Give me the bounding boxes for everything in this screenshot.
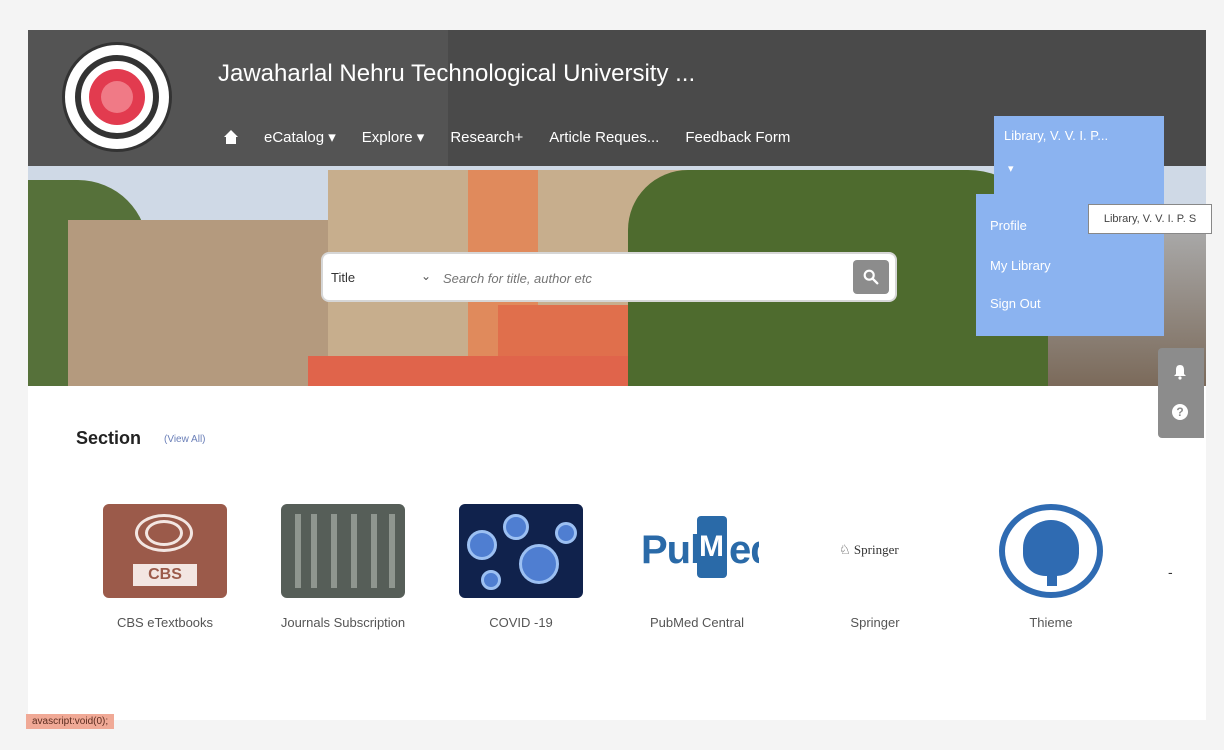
logo-rose-center: [101, 81, 133, 113]
section-heading: Section: [76, 428, 142, 448]
card-label: Springer: [850, 615, 900, 630]
journals-shelf: [311, 514, 317, 588]
journals-shelf: [331, 514, 337, 588]
search-input[interactable]: [441, 262, 845, 294]
virus-shape: [555, 522, 577, 544]
chevron-down-icon: ⌄: [420, 269, 431, 283]
nav-feedback-form[interactable]: Feedback Form: [685, 129, 790, 146]
university-logo[interactable]: [62, 42, 172, 152]
account-name: Library, V. V. I. P...: [1004, 128, 1109, 143]
cbs-logo-text: CBS: [133, 564, 197, 586]
card-covid[interactable]: COVID -19: [456, 504, 586, 634]
nav-explore[interactable]: Explore ▾: [362, 128, 425, 146]
account-dropdown[interactable]: Library, V. V. I. P... ▾: [994, 116, 1164, 196]
home-icon[interactable]: [224, 130, 238, 144]
menu-item-my-library[interactable]: My Library: [990, 258, 1051, 273]
pubmed-logo: Pub M ed: [635, 504, 759, 598]
cbs-logo-ring-inner: [145, 520, 183, 546]
bell-icon[interactable]: [1172, 364, 1188, 380]
search-icon: [863, 269, 879, 285]
pubmed-logo-ed: ed: [729, 528, 759, 572]
caret-down-icon: ▾: [1008, 163, 1014, 175]
menu-item-profile[interactable]: Profile: [990, 218, 1027, 233]
nav-ecatalog[interactable]: eCatalog ▾: [264, 128, 336, 146]
card-label: Thieme: [1029, 615, 1073, 630]
thieme-logo: [989, 504, 1113, 598]
main-nav: eCatalog ▾ Explore ▾ Research+ Article R…: [224, 128, 790, 146]
card-cbs[interactable]: CBS CBS eTextbooks: [100, 504, 230, 634]
springer-logo-text: ♘ Springer: [839, 542, 899, 557]
search-field-select[interactable]: Title ⌄: [331, 262, 437, 292]
thieme-logo-trunk: [1047, 560, 1057, 586]
nav-research[interactable]: Research+: [450, 129, 523, 146]
search-field-value: Title: [331, 269, 356, 285]
hero-banner: Jawaharlal Nehru Technological Universit…: [28, 30, 1206, 386]
nav-article-request[interactable]: Article Reques...: [549, 129, 659, 146]
page-frame: Jawaharlal Nehru Technological Universit…: [28, 30, 1212, 720]
card-label: Journals Subscription: [280, 615, 406, 630]
stray-mark: -: [1168, 564, 1173, 580]
virus-shape: [481, 570, 501, 590]
card-pubmed[interactable]: Pub M ed PubMed Central: [632, 504, 762, 634]
pubmed-logo-m: M: [699, 530, 724, 563]
resource-cards: CBS CBS eTextbooks Journals Subscription: [64, 474, 1164, 710]
site-title[interactable]: Jawaharlal Nehru Technological Universit…: [218, 60, 695, 88]
menu-item-sign-out[interactable]: Sign Out: [990, 296, 1041, 311]
search-bar: Title ⌄: [323, 254, 895, 300]
virus-shape: [467, 530, 497, 560]
view-all-link[interactable]: (View All): [164, 434, 206, 445]
springer-logo: ♘ Springer: [813, 504, 937, 598]
card-label: CBS eTextbooks: [116, 615, 214, 630]
card-label: COVID -19: [489, 615, 553, 630]
covid-image: [459, 504, 583, 598]
help-icon[interactable]: ?: [1172, 404, 1188, 420]
springer-logo-word: Springer: [853, 542, 899, 557]
virus-shape: [503, 514, 529, 540]
card-thieme[interactable]: Thieme: [986, 504, 1116, 634]
virus-shape: [519, 544, 559, 584]
journals-shelf: [389, 514, 395, 588]
card-label: PubMed Central: [650, 615, 744, 630]
side-toolbar: ?: [1158, 348, 1204, 438]
card-springer[interactable]: ♘ Springer Springer: [810, 504, 940, 634]
card-journals[interactable]: Journals Subscription: [278, 504, 408, 634]
cbs-logo: CBS: [103, 504, 227, 598]
search-button[interactable]: [853, 260, 889, 294]
journals-shelf: [295, 514, 301, 588]
journals-shelf: [371, 514, 377, 588]
hero-roof: [308, 356, 638, 386]
status-bar-url: avascript:void(0);: [26, 714, 115, 729]
account-tooltip: Library, V. V. I. P. S: [1088, 204, 1212, 234]
journals-shelf: [351, 514, 357, 588]
journals-image: [281, 504, 405, 598]
